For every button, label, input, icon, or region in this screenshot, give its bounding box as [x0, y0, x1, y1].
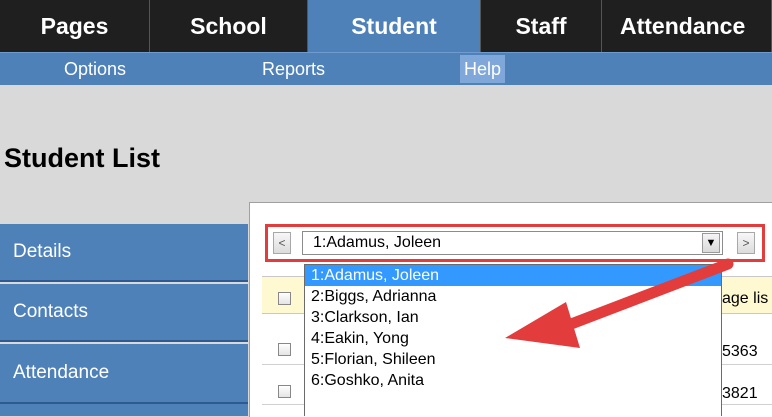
annotation-arrow: [505, 258, 734, 348]
arrow-head: [505, 302, 580, 348]
